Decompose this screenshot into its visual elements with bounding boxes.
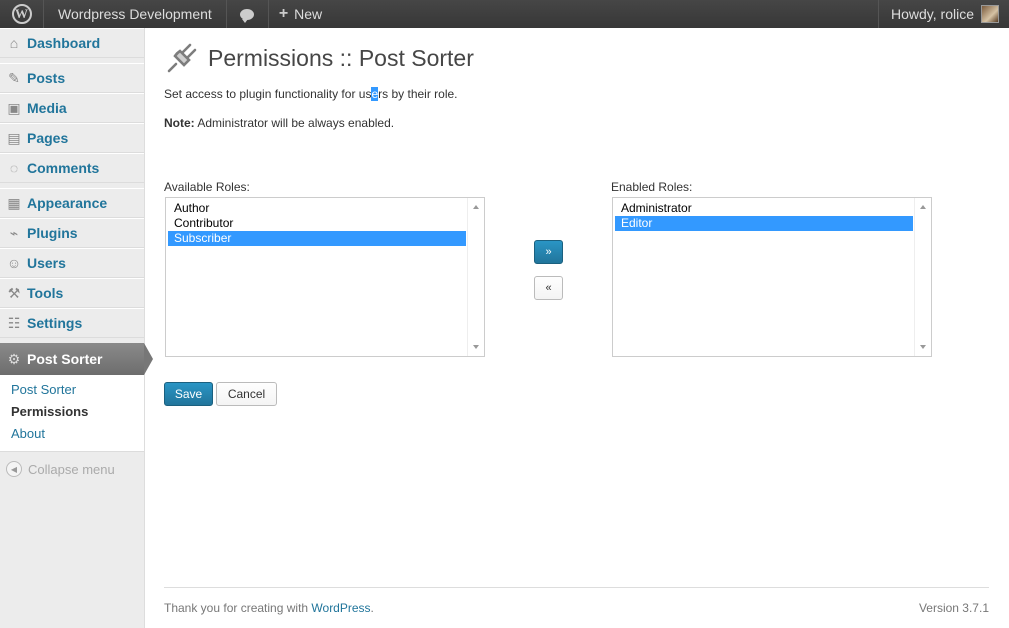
available-roles-listbox[interactable]: Author Contributor Subscriber xyxy=(165,197,485,357)
enabled-role-option[interactable]: Administrator xyxy=(615,201,913,216)
sidebar-item-users[interactable]: ☺ Users xyxy=(0,248,144,278)
plugin-icon xyxy=(164,40,200,76)
enabled-roles-scrollbar[interactable] xyxy=(914,198,931,356)
intro-text-end: rs by their role. xyxy=(378,87,458,101)
sidebar-item-comments[interactable]: ◌ Comments xyxy=(0,153,144,183)
sidebar-item-label: Tools xyxy=(27,285,64,301)
comment-icon: ◌ xyxy=(9,160,19,176)
media-icon: ▣ xyxy=(7,99,21,116)
collapse-menu-button[interactable]: ◀ Collapse menu xyxy=(0,454,144,484)
admin-sidebar: ⌂ Dashboard ✎ Posts ▣ Media ▤ Pages ◌ Co… xyxy=(0,28,153,628)
dashboard-icon: ⌂ xyxy=(9,35,19,51)
sidebar-item-label: Plugins xyxy=(27,225,78,241)
cancel-button[interactable]: Cancel xyxy=(216,382,277,406)
footer: Thank you for creating with WordPress. V… xyxy=(164,587,989,615)
available-role-option[interactable]: Author xyxy=(168,201,466,216)
sidebar-item-post-sorter[interactable]: ⚙ Post Sorter xyxy=(0,343,153,375)
note-text: Note: Administrator will be always enabl… xyxy=(164,116,394,130)
tools-icon: ⚒ xyxy=(7,284,21,301)
wordpress-logo-icon[interactable]: W xyxy=(0,0,44,28)
enabled-roles-label: Enabled Roles: xyxy=(611,180,693,194)
settings-icon: ☷ xyxy=(7,314,21,331)
plug-icon: ⌁ xyxy=(9,224,19,241)
sidebar-item-plugins[interactable]: ⌁ Plugins xyxy=(0,218,144,248)
submenu-item-permissions[interactable]: Permissions xyxy=(0,401,144,423)
collapse-menu-label: Collapse menu xyxy=(28,461,115,477)
enabled-role-option[interactable]: Editor xyxy=(615,216,913,231)
footer-thanks-text: Thank you for creating with xyxy=(164,601,312,615)
sidebar-item-settings[interactable]: ☷ Settings xyxy=(0,308,144,338)
post-sorter-submenu: Post Sorter Permissions About xyxy=(0,375,144,452)
appearance-icon: ▦ xyxy=(7,194,21,211)
enabled-roles-listbox[interactable]: Administrator Editor xyxy=(612,197,932,357)
available-roles-scrollbar[interactable] xyxy=(467,198,484,356)
sidebar-item-label: Pages xyxy=(27,130,69,146)
intro-text-start: Set access to plugin functionality for u… xyxy=(164,87,372,101)
admin-bar: W Wordpress Development + New Howdy, rol… xyxy=(0,0,1009,28)
sidebar-item-dashboard[interactable]: ⌂ Dashboard xyxy=(0,28,144,58)
sidebar-item-appearance[interactable]: ▦ Appearance xyxy=(0,188,144,218)
howdy-label: Howdy, rolice xyxy=(891,6,974,22)
account-menu[interactable]: Howdy, rolice xyxy=(878,0,1009,28)
submenu-item-about[interactable]: About xyxy=(0,423,144,445)
page-title: Permissions :: Post Sorter xyxy=(208,44,474,71)
footer-thanks: Thank you for creating with WordPress. xyxy=(164,601,374,615)
sidebar-item-label: Settings xyxy=(27,315,83,331)
pin-icon: ✎ xyxy=(8,69,20,86)
sidebar-item-label: Media xyxy=(27,100,67,116)
move-left-button[interactable]: « xyxy=(534,276,563,300)
page-header: Permissions :: Post Sorter xyxy=(164,40,474,76)
sidebar-item-label: Users xyxy=(27,255,66,271)
avatar xyxy=(981,5,999,23)
comments-icon[interactable] xyxy=(227,0,269,28)
sidebar-item-pages[interactable]: ▤ Pages xyxy=(0,123,144,153)
submenu-item-post-sorter[interactable]: Post Sorter xyxy=(0,379,144,401)
pages-icon: ▤ xyxy=(7,129,21,146)
new-label: New xyxy=(294,6,323,22)
version-text: Version 3.7.1 xyxy=(918,601,989,615)
note-label: Note: xyxy=(164,116,195,130)
site-name-link[interactable]: Wordpress Development xyxy=(44,0,227,28)
intro-text: Set access to plugin functionality for u… xyxy=(164,87,458,101)
sidebar-item-label: Comments xyxy=(27,160,100,176)
sidebar-item-posts[interactable]: ✎ Posts xyxy=(0,63,144,93)
available-roles-label: Available Roles: xyxy=(164,180,250,194)
sidebar-item-label: Appearance xyxy=(27,195,108,211)
move-right-button[interactable]: » xyxy=(534,240,563,264)
main-content: Permissions :: Post Sorter Set access to… xyxy=(164,28,989,628)
sidebar-item-label: Dashboard xyxy=(27,35,101,51)
footer-thanks-end: . xyxy=(370,601,374,615)
collapse-arrow-icon: ◀ xyxy=(6,461,22,477)
wordpress-link[interactable]: WordPress xyxy=(311,601,370,615)
sidebar-item-tools[interactable]: ⚒ Tools xyxy=(0,278,144,308)
save-button[interactable]: Save xyxy=(164,382,213,406)
users-icon: ☺ xyxy=(6,255,22,271)
sidebar-item-media[interactable]: ▣ Media xyxy=(0,93,144,123)
gear-icon: ⚙ xyxy=(7,350,21,367)
sidebar-item-label: Posts xyxy=(27,70,66,86)
plus-icon: + xyxy=(278,5,289,22)
note-body: Administrator will be always enabled. xyxy=(194,116,395,130)
available-role-option[interactable]: Subscriber xyxy=(168,231,466,246)
available-role-option[interactable]: Contributor xyxy=(168,216,466,231)
new-content-button[interactable]: + New xyxy=(269,0,332,28)
sidebar-item-label: Post Sorter xyxy=(27,351,103,367)
